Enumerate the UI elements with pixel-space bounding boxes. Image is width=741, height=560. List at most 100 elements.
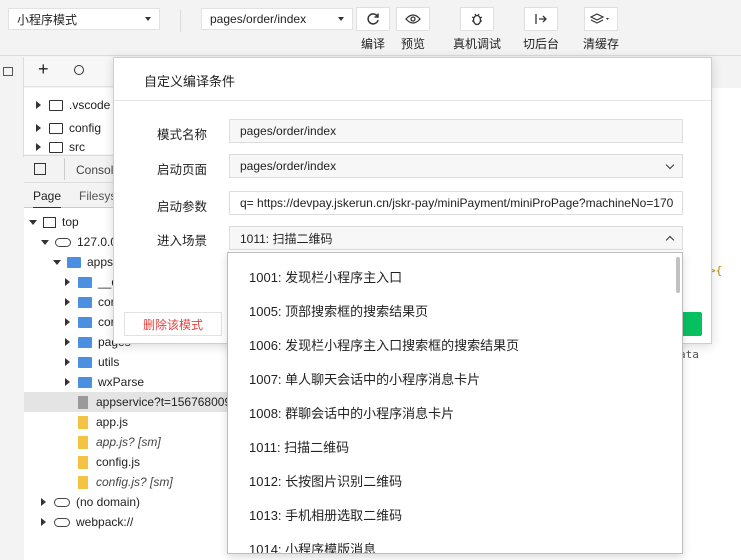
chevron-right-icon [36, 143, 41, 151]
launch-params-label: 启动参数 [157, 200, 208, 214]
tree-row-label: wxParse [98, 375, 145, 389]
file-icon [78, 395, 88, 409]
tree-row-folder[interactable]: cor [65, 292, 115, 312]
bug-icon [460, 7, 494, 31]
search-icon[interactable] [74, 65, 84, 75]
tree-row-top[interactable]: top [29, 212, 79, 232]
scene-option[interactable]: 1001: 发现栏小程序主入口 [249, 267, 402, 286]
folder-icon [49, 141, 63, 153]
add-icon[interactable]: + [38, 60, 49, 78]
start-page-label: 启动页面 [157, 163, 208, 177]
page-select[interactable]: pages/order/index [201, 8, 353, 30]
mode-select[interactable]: 小程序模式 [8, 8, 160, 30]
tree-row-folder[interactable]: wxParse [65, 372, 144, 392]
chevron-right-icon [65, 278, 70, 286]
file-tree-item-label: src [69, 140, 85, 154]
chevron-right-icon [65, 378, 70, 386]
inspect-icon[interactable] [34, 163, 46, 175]
tab-filesys[interactable]: Filesys [79, 189, 116, 203]
tree-row-label: (no domain) [76, 495, 141, 509]
chevron-down-icon [29, 219, 37, 225]
toolbar: 小程序模式 pages/order/index 编译 预览 真机调试 切后台 清… [0, 0, 741, 56]
chevron-down-icon [41, 239, 49, 245]
scene-select[interactable]: 1011: 扫描二维码 [229, 226, 683, 250]
js-file-icon [78, 435, 88, 449]
file-tree-item-label: .vscode [69, 98, 111, 112]
tree-row-label: config.js? [sm] [96, 475, 173, 489]
file-tree-item[interactable]: .vscode [36, 95, 110, 115]
tree-row-folder[interactable]: __d [65, 272, 118, 292]
file-tree-item[interactable]: src [36, 140, 85, 154]
folder-icon [78, 296, 92, 308]
tree-row-folder[interactable]: utils [65, 352, 119, 372]
tree-row-no-domain[interactable]: (no domain) [41, 492, 140, 512]
file-tree: .vscode config src [24, 88, 114, 154]
divider [114, 100, 711, 101]
scene-option[interactable]: 1006: 发现栏小程序主入口搜索框的搜索结果页 [249, 335, 519, 354]
chevron-right-icon [65, 338, 70, 346]
tree-row-host[interactable]: 127.0.0. [41, 232, 120, 252]
scene-option[interactable]: 1007: 单人聊天会话中的小程序消息卡片 [249, 369, 480, 388]
tree-row-label: utils [98, 355, 120, 369]
js-file-icon [78, 415, 88, 429]
launch-params-input[interactable]: q= https://devpay.jskerun.cn/jskr-pay/mi… [229, 191, 683, 215]
clear-cache-button[interactable]: 清缓存 [580, 7, 622, 52]
switch-background-button[interactable]: 切后台 [520, 7, 562, 52]
activity-bar [0, 57, 24, 157]
folder-icon [49, 122, 63, 134]
scene-option[interactable]: 1014: 小程序模版消息 [249, 539, 376, 553]
folder-icon [78, 336, 92, 348]
chevron-up-icon [665, 235, 675, 245]
delete-mode-button[interactable]: 删除该模式 [124, 312, 222, 336]
confirm-button[interactable] [680, 312, 702, 336]
scene-option[interactable]: 1012: 长按图片识别二维码 [249, 471, 402, 490]
eye-icon [396, 7, 430, 31]
file-tree-item-label: config [69, 121, 102, 135]
tab-page[interactable]: Page [33, 189, 62, 209]
tree-row-file[interactable]: config.js? [sm] [78, 472, 173, 492]
file-tree-item[interactable]: config [36, 118, 101, 138]
mode-select-value: 小程序模式 [17, 12, 78, 27]
frame-icon [43, 216, 56, 228]
scene-option[interactable]: 1011: 扫描二维码 [249, 437, 349, 456]
preview-button[interactable]: 预览 [396, 7, 430, 52]
scene-label: 进入场景 [157, 234, 208, 248]
scene-option[interactable]: 1005: 顶部搜索框的搜索结果页 [249, 301, 428, 320]
tab-console[interactable]: Consol [76, 163, 113, 177]
tree-row-selected-file[interactable]: appservice?t=156768009 [24, 392, 234, 412]
remote-debug-button[interactable]: 真机调试 [450, 7, 504, 52]
tree-row-label: webpack:// [76, 515, 134, 529]
tree-row-webpack[interactable]: webpack:// [41, 512, 133, 532]
js-file-icon [78, 475, 88, 489]
scrollbar[interactable] [676, 257, 680, 293]
scene-option[interactable]: 1013: 手机相册选取二维码 [249, 505, 402, 524]
sources-tabs: Page Filesys [24, 184, 116, 209]
tree-row-appservice[interactable]: appse [53, 252, 120, 272]
switch-background-label: 切后台 [522, 37, 559, 51]
compile-button[interactable]: 编译 [356, 7, 390, 52]
mode-name-label: 模式名称 [157, 128, 208, 142]
chevron-right-icon [41, 498, 46, 506]
dialog-title: 自定义编译条件 [144, 74, 236, 89]
delete-mode-label: 删除该模式 [142, 317, 203, 332]
tree-row-folder[interactable]: cor [65, 312, 115, 332]
page-select-value: pages/order/index [210, 12, 307, 26]
window-icon[interactable] [3, 67, 13, 76]
tree-row-file[interactable]: app.js [78, 412, 128, 432]
refresh-icon [356, 7, 390, 31]
cloud-icon [54, 497, 70, 507]
chevron-down-icon [338, 17, 344, 21]
tree-row-file[interactable]: config.js [78, 452, 140, 472]
scene-dropdown: 1001: 发现栏小程序主入口 1005: 顶部搜索框的搜索结果页 1006: … [227, 252, 683, 554]
compile-label: 编译 [360, 37, 385, 51]
mode-name-input[interactable]: pages/order/index [229, 119, 683, 143]
clear-cache-label: 清缓存 [582, 37, 619, 51]
folder-icon [67, 256, 81, 268]
folder-icon [78, 376, 92, 388]
folder-icon [78, 276, 92, 288]
divider [64, 158, 65, 180]
preview-label: 预览 [400, 37, 425, 51]
scene-option[interactable]: 1008: 群聊会话中的小程序消息卡片 [249, 403, 454, 422]
tree-row-file[interactable]: app.js? [sm] [78, 432, 161, 452]
start-page-select[interactable]: pages/order/index [229, 154, 683, 178]
